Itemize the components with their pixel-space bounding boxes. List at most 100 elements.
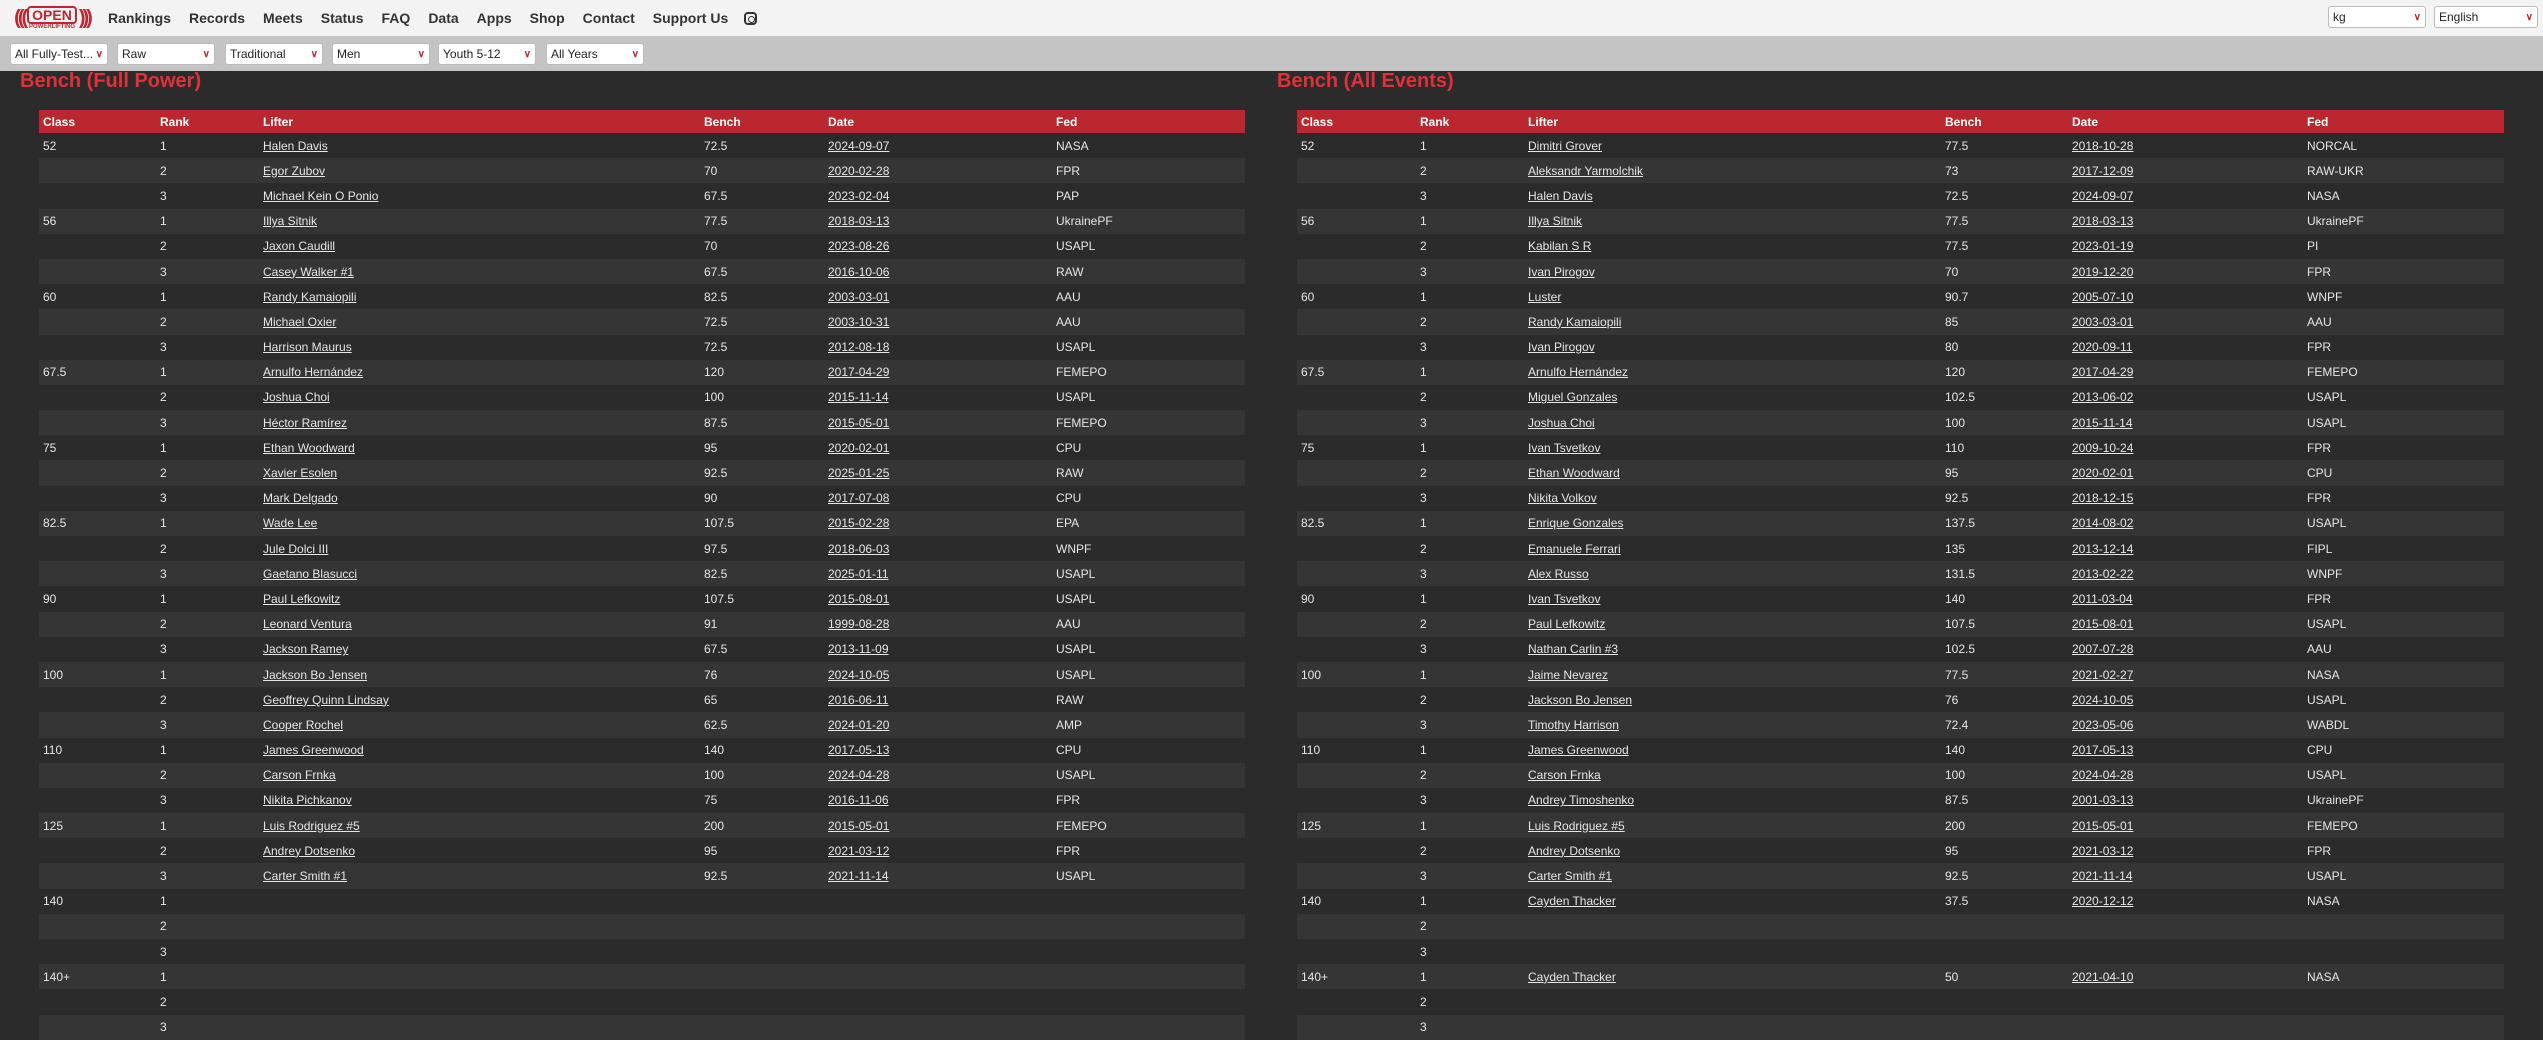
nav-meets[interactable]: Meets (263, 10, 303, 26)
meet-date-link[interactable]: 2016-10-06 (828, 265, 889, 279)
meet-date-link[interactable]: 2020-02-28 (828, 164, 889, 178)
lifter-link[interactable]: James Greenwood (1528, 743, 1629, 757)
meet-date-link[interactable]: 2015-05-01 (828, 416, 889, 430)
meet-date-link[interactable]: 2017-12-09 (2072, 164, 2133, 178)
meet-date-link[interactable]: 2024-01-20 (828, 718, 889, 732)
age-filter-select[interactable]: Youth 5-12 ∨ (438, 43, 536, 65)
meet-date-link[interactable]: 2016-06-11 (828, 693, 889, 707)
meet-date-link[interactable]: 2024-10-05 (2072, 693, 2133, 707)
meet-date-link[interactable]: 2015-05-01 (2072, 819, 2133, 833)
meet-date-link[interactable]: 2021-03-12 (828, 844, 889, 858)
lifter-link[interactable]: Nathan Carlin #3 (1528, 642, 1618, 656)
lifter-link[interactable]: Cayden Thacker (1528, 894, 1616, 908)
meet-date-link[interactable]: 2015-08-01 (2072, 617, 2133, 631)
sex-filter-select[interactable]: Men ∨ (332, 43, 430, 65)
lifter-link[interactable]: Carson Frnka (263, 768, 336, 782)
meet-date-link[interactable]: 1999-08-28 (828, 617, 889, 631)
units-select[interactable]: kg ∨ (2328, 6, 2426, 28)
column-header-bench[interactable]: Bench (700, 110, 824, 133)
nav-status[interactable]: Status (321, 10, 364, 26)
lifter-link[interactable]: Jackson Bo Jensen (263, 668, 367, 682)
meet-date-link[interactable]: 2024-04-28 (828, 768, 889, 782)
lifter-link[interactable]: Randy Kamaiopili (1528, 315, 1621, 329)
nav-records[interactable]: Records (189, 10, 245, 26)
lifter-link[interactable]: Andrey Timoshenko (1528, 793, 1634, 807)
lifter-link[interactable]: Carter Smith #1 (1528, 869, 1612, 883)
equipment-filter-select[interactable]: Raw ∨ (117, 43, 215, 65)
lifter-link[interactable]: Ivan Pirogov (1528, 340, 1595, 354)
meet-date-link[interactable]: 2014-08-02 (2072, 516, 2133, 530)
meet-date-link[interactable]: 2015-02-28 (828, 516, 889, 530)
meet-date-link[interactable]: 2003-03-01 (2072, 315, 2133, 329)
lifter-link[interactable]: Xavier Esolen (263, 466, 337, 480)
lifter-link[interactable]: Nikita Volkov (1528, 491, 1597, 505)
meet-date-link[interactable]: 2017-05-13 (2072, 743, 2133, 757)
meet-date-link[interactable]: 2025-01-25 (828, 466, 889, 480)
meet-date-link[interactable]: 2018-10-28 (2072, 139, 2133, 153)
column-header-fed[interactable]: Fed (2303, 110, 2504, 133)
meet-date-link[interactable]: 2021-04-10 (2072, 970, 2133, 984)
lifter-link[interactable]: Mark Delgado (263, 491, 338, 505)
meet-date-link[interactable]: 2024-04-28 (2072, 768, 2133, 782)
column-header-class[interactable]: Class (39, 110, 156, 133)
lifter-link[interactable]: Luis Rodriguez #5 (1528, 819, 1625, 833)
year-filter-select[interactable]: All Years ∨ (546, 43, 644, 65)
lifter-link[interactable]: Geoffrey Quinn Lindsay (263, 693, 389, 707)
lifter-link[interactable]: Leonard Ventura (263, 617, 352, 631)
lifter-link[interactable]: Andrey Dotsenko (1528, 844, 1620, 858)
column-header-rank[interactable]: Rank (1416, 110, 1524, 133)
nav-rankings[interactable]: Rankings (108, 10, 171, 26)
lifter-link[interactable]: Luster (1528, 290, 1561, 304)
meet-date-link[interactable]: 2015-11-14 (828, 390, 889, 404)
meet-date-link[interactable]: 2016-11-06 (828, 793, 889, 807)
lifter-link[interactable]: Michael Kein O Ponio (263, 189, 378, 203)
lifter-link[interactable]: Luis Rodriguez #5 (263, 819, 360, 833)
meet-date-link[interactable]: 2015-08-01 (828, 592, 889, 606)
meet-date-link[interactable]: 2017-04-29 (2072, 365, 2133, 379)
federation-filter-select[interactable]: All Fully-Test... ∨ (10, 43, 108, 65)
meet-date-link[interactable]: 2024-09-07 (828, 139, 889, 153)
lifter-link[interactable]: Ethan Woodward (263, 441, 355, 455)
lifter-link[interactable]: Jackson Ramey (263, 642, 348, 656)
lifter-link[interactable]: Joshua Choi (263, 390, 330, 404)
lifter-link[interactable]: Jackson Bo Jensen (1528, 693, 1632, 707)
meet-date-link[interactable]: 2020-02-01 (2072, 466, 2133, 480)
openpowerlifting-logo[interactable]: ((( OPEN POWERLIFTING ))) (8, 4, 96, 32)
lifter-link[interactable]: Aleksandr Yarmolchik (1528, 164, 1643, 178)
meet-date-link[interactable]: 2017-07-08 (828, 491, 889, 505)
lifter-link[interactable]: Arnulfo Hernández (1528, 365, 1628, 379)
lifter-link[interactable]: Randy Kamaiopili (263, 290, 356, 304)
meet-date-link[interactable]: 2020-02-01 (828, 441, 889, 455)
lifter-link[interactable]: Gaetano Blasucci (263, 567, 357, 581)
meet-date-link[interactable]: 2015-05-01 (828, 819, 889, 833)
column-header-lifter[interactable]: Lifter (1524, 110, 1941, 133)
lifter-link[interactable]: Illya Sitnik (263, 214, 317, 228)
column-header-lifter[interactable]: Lifter (259, 110, 700, 133)
lifter-link[interactable]: Halen Davis (263, 139, 328, 153)
meet-date-link[interactable]: 2013-06-02 (2072, 390, 2133, 404)
lifter-link[interactable]: Enrique Gonzales (1528, 516, 1623, 530)
meet-date-link[interactable]: 2007-07-28 (2072, 642, 2133, 656)
column-header-bench[interactable]: Bench (1941, 110, 2068, 133)
lifter-link[interactable]: Jaime Nevarez (1528, 668, 1608, 682)
meet-date-link[interactable]: 2025-01-11 (828, 567, 889, 581)
meet-date-link[interactable]: 2013-12-14 (2072, 542, 2133, 556)
lifter-link[interactable]: Illya Sitnik (1528, 214, 1582, 228)
meet-date-link[interactable]: 2003-03-01 (828, 290, 889, 304)
lifter-link[interactable]: Joshua Choi (1528, 416, 1595, 430)
meet-date-link[interactable]: 2018-06-03 (828, 542, 889, 556)
meet-date-link[interactable]: 2023-08-26 (828, 239, 889, 253)
nav-support-us[interactable]: Support Us (653, 10, 728, 26)
meet-date-link[interactable]: 2021-11-14 (828, 869, 889, 883)
nav-apps[interactable]: Apps (477, 10, 512, 26)
meet-date-link[interactable]: 2023-02-04 (828, 189, 889, 203)
lifter-link[interactable]: Ivan Tsvetkov (1528, 592, 1600, 606)
lifter-link[interactable]: Carson Frnka (1528, 768, 1601, 782)
column-header-date[interactable]: Date (2068, 110, 2303, 133)
meet-date-link[interactable]: 2021-02-27 (2072, 668, 2133, 682)
meet-date-link[interactable]: 2020-12-12 (2072, 894, 2133, 908)
meet-date-link[interactable]: 2005-07-10 (2072, 290, 2133, 304)
lifter-link[interactable]: Jaxon Caudill (263, 239, 335, 253)
lifter-link[interactable]: Ivan Tsvetkov (1528, 441, 1600, 455)
lifter-link[interactable]: Egor Zubov (263, 164, 325, 178)
